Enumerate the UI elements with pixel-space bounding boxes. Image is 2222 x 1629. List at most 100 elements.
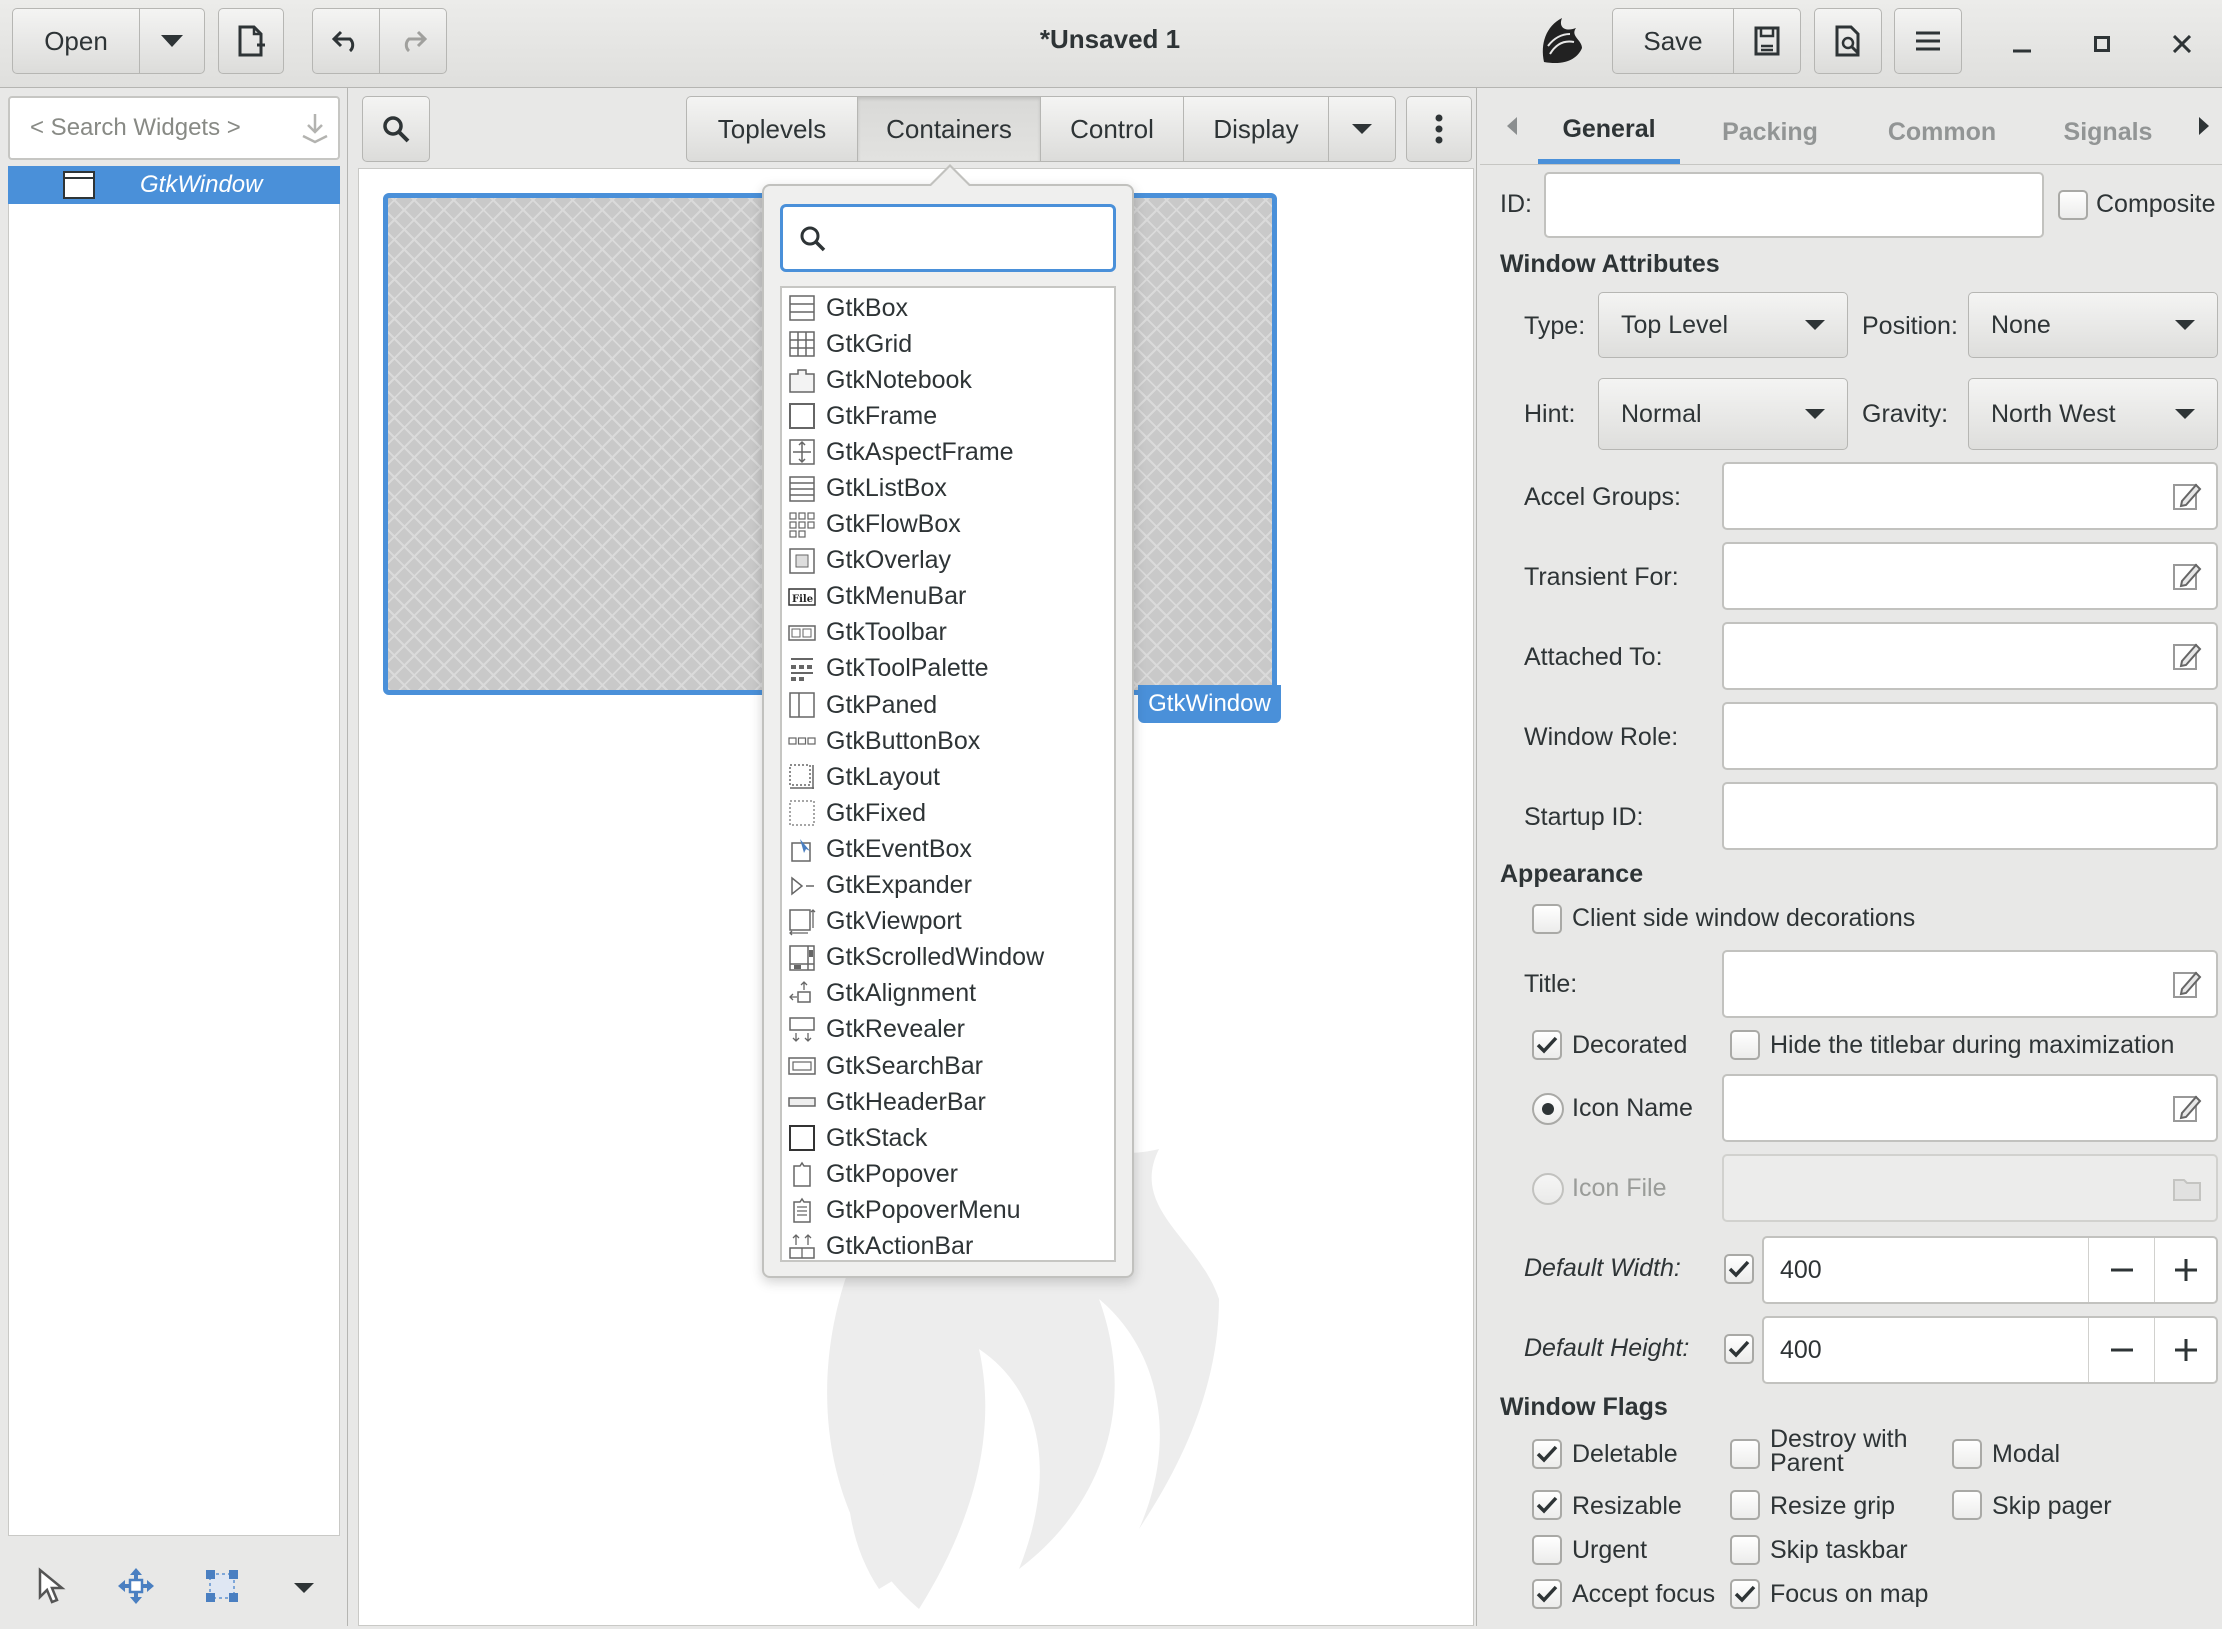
margin-edit-tool-button[interactable]: [194, 1560, 250, 1612]
focus-on-map-checkbox[interactable]: [1730, 1579, 1760, 1609]
tabs-scroll-right[interactable]: [2192, 112, 2216, 140]
popover-list-item[interactable]: GtkScrolledWindow: [782, 940, 1114, 976]
minimize-button[interactable]: [1994, 20, 2050, 68]
widget-search-input[interactable]: < Search Widgets >: [8, 96, 340, 160]
popover-list-item[interactable]: GtkLayout: [782, 759, 1114, 795]
redo-button[interactable]: [379, 8, 447, 74]
gravity-combo[interactable]: North West: [1968, 378, 2218, 450]
icon-file-radio[interactable]: [1532, 1173, 1564, 1205]
resizable-checkbox[interactable]: [1532, 1490, 1562, 1520]
tab-signals[interactable]: Signals: [2040, 100, 2176, 164]
default-height-increment[interactable]: [2154, 1318, 2216, 1382]
accept-focus-checkbox[interactable]: [1532, 1579, 1562, 1609]
preview-button[interactable]: [1814, 8, 1882, 74]
default-height-spin[interactable]: 400: [1762, 1316, 2218, 1384]
main-menu-button[interactable]: [1894, 8, 1962, 74]
transient-for-input[interactable]: [1722, 542, 2218, 610]
popover-list-item[interactable]: GtkStack: [782, 1120, 1114, 1156]
default-width-checkbox[interactable]: [1724, 1254, 1754, 1284]
urgent-checkbox[interactable]: [1532, 1535, 1562, 1565]
tree-row-gtkwindow[interactable]: GtkWindow: [8, 166, 340, 204]
popover-list-item[interactable]: GtkFixed: [782, 795, 1114, 831]
popover-list-item[interactable]: GtkActionBar: [782, 1228, 1114, 1264]
popover-list-item[interactable]: GtkSearchBar: [782, 1048, 1114, 1084]
icon-name-input[interactable]: [1722, 1074, 2218, 1142]
open-button[interactable]: Open: [12, 8, 140, 74]
more-categories-dropdown[interactable]: [1328, 96, 1396, 162]
tab-general[interactable]: General: [1538, 100, 1680, 164]
popover-list-item[interactable]: GtkEventBox: [782, 831, 1114, 867]
popover-list-item[interactable]: GtkToolbar: [782, 615, 1114, 651]
popover-list-item[interactable]: GtkListBox: [782, 470, 1114, 506]
popover-list-item[interactable]: GtkFrame: [782, 398, 1114, 434]
popover-list-item[interactable]: GtkFlowBox: [782, 507, 1114, 543]
popover-list-item[interactable]: GtkPopoverMenu: [782, 1192, 1114, 1228]
popover-list-item[interactable]: GtkGrid: [782, 326, 1114, 362]
tool-mode-dropdown[interactable]: [282, 1570, 326, 1606]
popover-list-item[interactable]: GtkViewport: [782, 904, 1114, 940]
tab-packing[interactable]: Packing: [1700, 100, 1840, 164]
popover-list-item[interactable]: GtkAlignment: [782, 976, 1114, 1012]
popover-list-item[interactable]: GtkOverlay: [782, 543, 1114, 579]
undo-button[interactable]: [312, 8, 380, 74]
icon-name-radio[interactable]: [1532, 1093, 1564, 1125]
workspace-options-button[interactable]: [1406, 96, 1472, 162]
save-button[interactable]: Save: [1612, 8, 1734, 74]
tab-containers[interactable]: Containers: [857, 96, 1041, 162]
close-button[interactable]: [2154, 20, 2210, 68]
default-width-spin[interactable]: 400: [1762, 1236, 2218, 1304]
edit-icon[interactable]: [2172, 481, 2202, 511]
edit-icon[interactable]: [2172, 969, 2202, 999]
popover-list-item[interactable]: GtkToolPalette: [782, 651, 1114, 687]
popover-list-item[interactable]: GtkBox: [782, 290, 1114, 326]
composite-checkbox[interactable]: [2058, 190, 2088, 220]
default-width-increment[interactable]: [2154, 1238, 2216, 1302]
hide-titlebar-checkbox[interactable]: [1730, 1030, 1760, 1060]
popover-list-item[interactable]: GtkHeaderBar: [782, 1084, 1114, 1120]
deletable-checkbox[interactable]: [1532, 1439, 1562, 1469]
window-role-input[interactable]: [1722, 702, 2218, 770]
popover-list-item[interactable]: GtkPopover: [782, 1156, 1114, 1192]
drag-resize-tool-button[interactable]: [108, 1560, 164, 1612]
position-combo[interactable]: None: [1968, 292, 2218, 358]
new-file-button[interactable]: [218, 8, 284, 74]
popover-list-item[interactable]: GtkButtonBox: [782, 723, 1114, 759]
tabs-scroll-left[interactable]: [1500, 112, 1524, 140]
edit-icon[interactable]: [2172, 561, 2202, 591]
tab-control[interactable]: Control: [1040, 96, 1184, 162]
popover-list-item[interactable]: GtkNotebook: [782, 362, 1114, 398]
edit-icon[interactable]: [2172, 641, 2202, 671]
open-recent-dropdown-button[interactable]: [139, 8, 205, 74]
popover-list-item[interactable]: GtkAspectFrame: [782, 434, 1114, 470]
popover-list-item[interactable]: GtkPaned: [782, 687, 1114, 723]
workspace-search-button[interactable]: [362, 96, 430, 162]
tab-common[interactable]: Common: [1868, 100, 2016, 164]
popover-search-input[interactable]: [780, 204, 1116, 272]
maximize-button[interactable]: [2074, 20, 2130, 68]
default-height-decrement[interactable]: [2088, 1318, 2154, 1382]
decorated-checkbox[interactable]: [1532, 1030, 1562, 1060]
skip-pager-checkbox[interactable]: [1952, 1490, 1982, 1520]
hint-combo[interactable]: Normal: [1598, 378, 1848, 450]
type-combo[interactable]: Top Level: [1598, 292, 1848, 358]
tab-toplevels[interactable]: Toplevels: [686, 96, 858, 162]
csd-checkbox[interactable]: [1532, 904, 1562, 934]
select-tool-button[interactable]: [24, 1560, 80, 1612]
modal-checkbox[interactable]: [1952, 1439, 1982, 1469]
resize-grip-checkbox[interactable]: [1730, 1490, 1760, 1520]
edit-icon[interactable]: [2172, 1093, 2202, 1123]
popover-list-item[interactable]: GtkRevealer: [782, 1012, 1114, 1048]
popover-list-item[interactable]: GtkExpander: [782, 868, 1114, 904]
popover-list-item[interactable]: File GtkMenuBar: [782, 579, 1114, 615]
tab-display[interactable]: Display: [1183, 96, 1329, 162]
save-as-button[interactable]: [1733, 8, 1801, 74]
accel-groups-input[interactable]: [1722, 462, 2218, 530]
default-height-checkbox[interactable]: [1724, 1334, 1754, 1364]
id-input[interactable]: [1544, 172, 2044, 238]
destroy-with-parent-checkbox[interactable]: [1730, 1439, 1760, 1469]
skip-taskbar-checkbox[interactable]: [1730, 1535, 1760, 1565]
attached-to-input[interactable]: [1722, 622, 2218, 690]
startup-id-input[interactable]: [1722, 782, 2218, 850]
title-input[interactable]: [1722, 950, 2218, 1018]
default-width-decrement[interactable]: [2088, 1238, 2154, 1302]
